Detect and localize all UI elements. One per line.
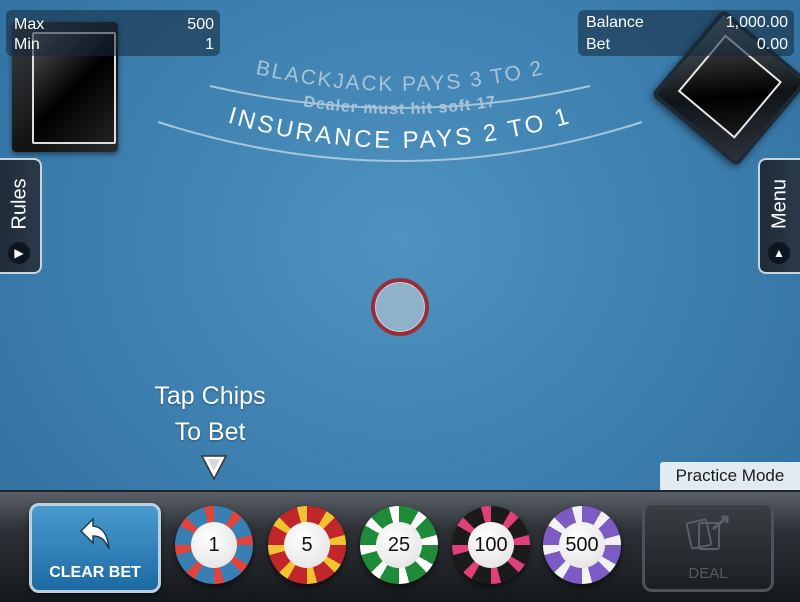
- chip-value-label: 25: [376, 522, 422, 568]
- tap-chips-hint: Tap Chips To Bet: [130, 378, 290, 450]
- bet-spot[interactable]: [371, 278, 429, 336]
- dealer-rule-text: Dealer must hit soft 17: [302, 93, 497, 118]
- hint-line-1: Tap Chips: [154, 382, 266, 410]
- chip-value-label: 5: [284, 522, 330, 568]
- rules-tab-label: Rules: [8, 178, 31, 230]
- deal-label: DEAL: [688, 565, 728, 582]
- clear-bet-button[interactable]: CLEAR BET: [29, 503, 161, 593]
- blackjack-table: Max 500 Min 1 Balance 1,000.00 Bet 0.00: [0, 0, 800, 490]
- up-arrow-icon: ▲: [768, 242, 790, 264]
- blackjack-pays-text: BLACKJACK PAYS 3 TO 2: [254, 56, 546, 96]
- hint-line-2: To Bet: [174, 418, 246, 446]
- rules-tab[interactable]: Rules ▶: [0, 158, 42, 274]
- chip-5[interactable]: 5: [268, 506, 346, 584]
- chip-value-label: 500: [559, 522, 605, 568]
- play-arrow-icon: ▶: [8, 242, 30, 264]
- chip-1[interactable]: 1: [175, 506, 253, 584]
- chip-value-label: 1: [191, 522, 237, 568]
- menu-tab-label: Menu: [768, 178, 791, 230]
- down-arrow-icon: [200, 455, 228, 481]
- deal-cards-icon: [685, 515, 729, 550]
- practice-mode-badge: Practice Mode: [660, 462, 800, 490]
- clear-bet-label: CLEAR BET: [49, 564, 141, 581]
- chip-value-label: 100: [468, 522, 514, 568]
- chip-100[interactable]: 100: [452, 506, 530, 584]
- table-rules-text: BLACKJACK PAYS 3 TO 2 Dealer must hit so…: [157, 56, 643, 162]
- undo-arrow-icon: [79, 517, 110, 550]
- chip-500[interactable]: 500: [543, 506, 621, 584]
- menu-tab[interactable]: Menu ▲: [758, 158, 800, 274]
- deal-button[interactable]: DEAL: [642, 502, 774, 592]
- chip-25[interactable]: 25: [360, 506, 438, 584]
